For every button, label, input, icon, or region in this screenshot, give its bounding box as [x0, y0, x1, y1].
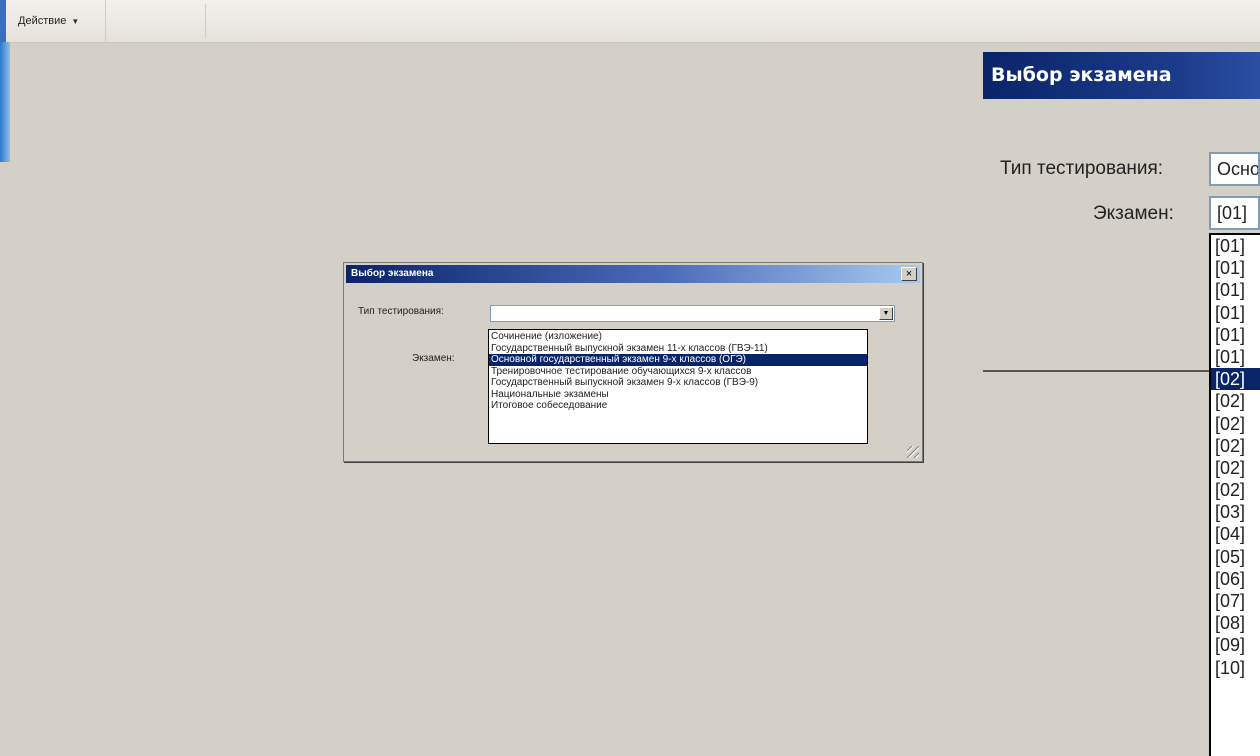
zoomed-exam-list[interactable]: [01] [01] [01] [01] [01] [01] [02] [02] [02] [02]… — [1209, 233, 1260, 756]
dropdown-option[interactable]: Государственный выпускной экзамен 9-х кл… — [489, 377, 867, 389]
exam-list-item[interactable]: [06] — [1211, 568, 1260, 590]
dialog-title: Выбор экзамена — [351, 268, 434, 279]
exam-list-item[interactable]: [01] — [1211, 257, 1260, 279]
exam-list-item[interactable]: [10] — [1211, 657, 1260, 679]
exam-list-item[interactable]: [04] — [1211, 523, 1260, 545]
exam-list-item[interactable]: [02] — [1211, 435, 1260, 457]
exam-list-item[interactable]: [01] — [1211, 302, 1260, 324]
test-type-dropdown-list[interactable]: Сочинение (изложение) Государственный вып… — [488, 329, 868, 444]
close-button[interactable]: × — [901, 267, 917, 281]
toolbar-separator — [205, 4, 206, 38]
exam-list-item[interactable]: [01] — [1211, 324, 1260, 346]
exam-label: Экзамен: — [412, 353, 455, 364]
zoomed-dialog-titlebar: Выбор экзамена — [983, 52, 1260, 99]
dropdown-option[interactable]: Основной государственный экзамен 9-х кла… — [489, 354, 867, 366]
exam-list-item[interactable]: [09] — [1211, 634, 1260, 656]
exam-list-item[interactable]: [02] — [1211, 368, 1260, 391]
exam-list-item[interactable]: [02] — [1211, 413, 1260, 435]
zoomed-exam-label: Экзамен: — [1093, 203, 1174, 224]
exam-list-item[interactable]: [02] — [1211, 390, 1260, 412]
test-type-combobox[interactable]: ▼ — [490, 305, 895, 322]
close-icon: × — [905, 268, 913, 280]
exam-list-item[interactable]: [08] — [1211, 612, 1260, 634]
zoomed-test-type-label: Тип тестирования: — [1000, 158, 1164, 179]
toolbar: Действие ▼ — [0, 0, 1260, 43]
dropdown-option[interactable]: Сочинение (изложение) — [489, 331, 867, 343]
zoomed-dialog-title: Выбор экзамена — [991, 64, 1172, 86]
action-menu-label: Действие — [18, 15, 67, 27]
exam-list-item[interactable]: [01] — [1211, 279, 1260, 301]
exam-list-item[interactable]: [01] — [1211, 235, 1260, 257]
window-edge — [0, 0, 6, 42]
zoomed-test-type-combobox[interactable]: Осно — [1209, 152, 1260, 186]
exam-list-item[interactable]: [02] — [1211, 457, 1260, 479]
test-type-label: Тип тестирования: — [358, 306, 444, 317]
zoomed-exam-combobox[interactable]: [01] — [1209, 196, 1260, 230]
exam-list-item[interactable]: [01] — [1211, 346, 1260, 368]
exam-list-item[interactable]: [02] — [1211, 479, 1260, 501]
exam-list-item[interactable]: [05] — [1211, 546, 1260, 568]
dropdown-option[interactable]: Государственный выпускной экзамен 11-х к… — [489, 343, 867, 355]
action-menu-button[interactable]: Действие ▼ — [12, 0, 106, 42]
dropdown-option[interactable]: Итоговое собеседование — [489, 400, 867, 412]
dropdown-option[interactable]: Национальные экзамены — [489, 389, 867, 401]
divider — [983, 370, 1209, 372]
chevron-down-icon: ▼ — [71, 16, 80, 26]
dialog-titlebar[interactable]: Выбор экзамена × — [346, 265, 920, 283]
exam-list-item[interactable]: [03] — [1211, 501, 1260, 523]
dropdown-arrow-icon[interactable]: ▼ — [879, 307, 893, 320]
exam-list-item[interactable]: [07] — [1211, 590, 1260, 612]
desktop-edge — [0, 42, 10, 162]
resize-grip-icon[interactable] — [907, 446, 919, 458]
dropdown-option[interactable]: Тренировочное тестирование обучающихся 9… — [489, 366, 867, 378]
